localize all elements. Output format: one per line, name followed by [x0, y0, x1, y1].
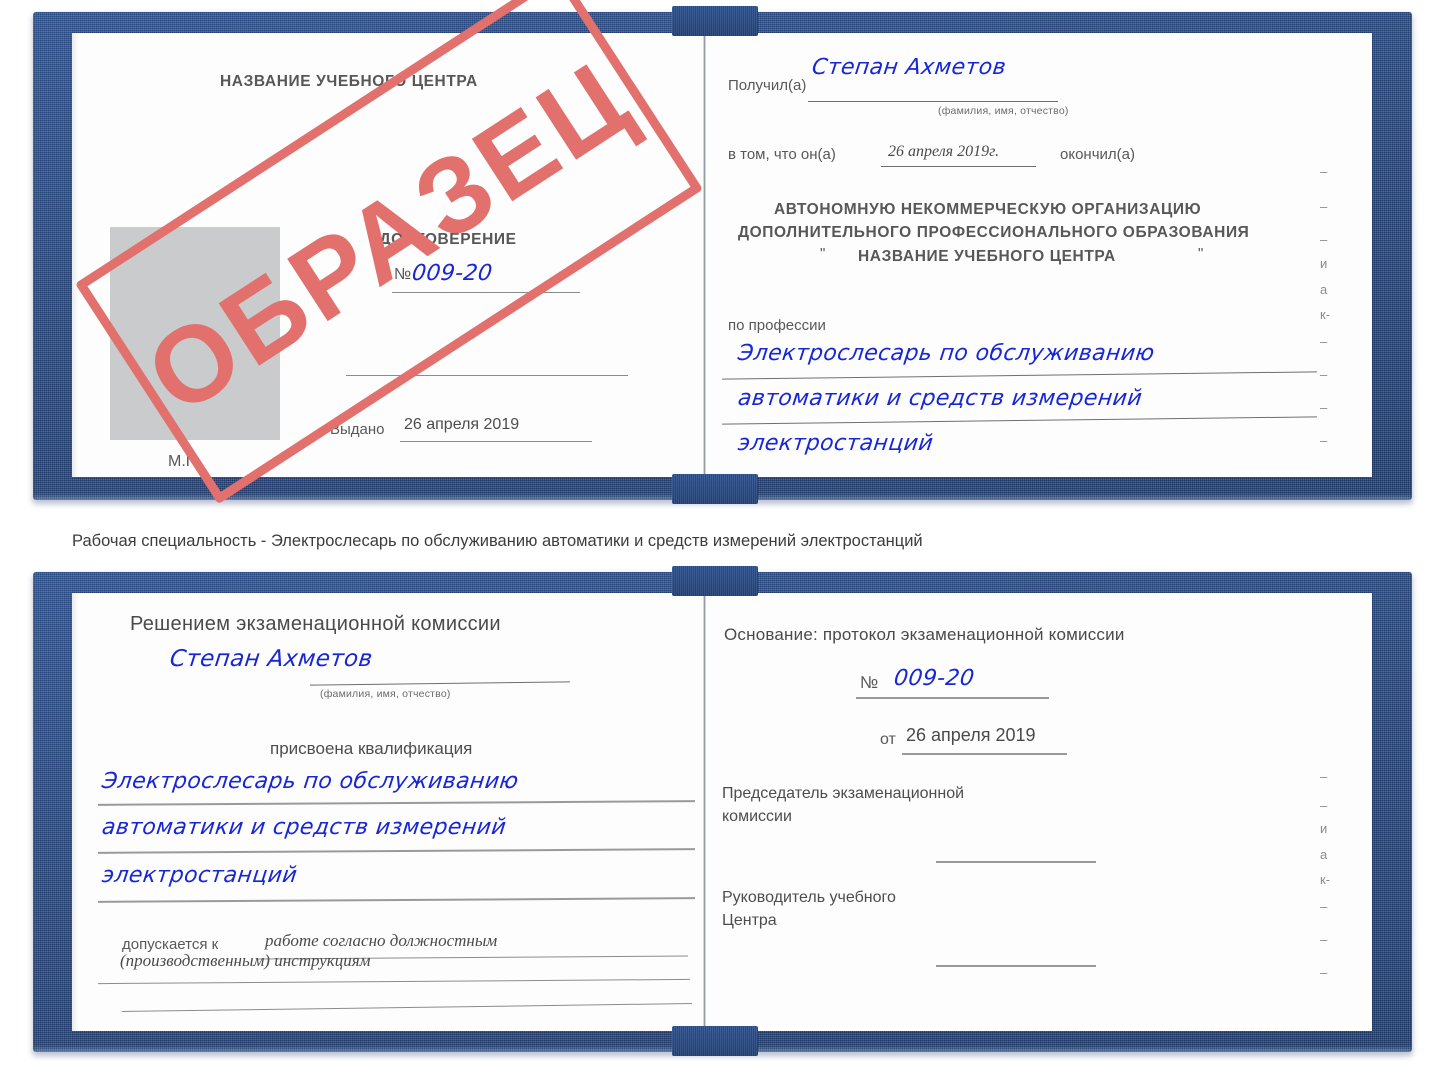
number-value-bottom: 009-20 — [892, 666, 976, 691]
finished-label: окончил(а) — [1060, 146, 1135, 163]
edge-fragment-a: а — [1320, 282, 1328, 297]
edge-fragment-b-a: а — [1320, 847, 1328, 862]
chairman-line2: комиссии — [722, 808, 792, 825]
qualification-line1: Электрослесарь по обслуживанию — [100, 769, 521, 794]
head-signature-rule — [936, 965, 1096, 967]
caption-text: Рабочая специальность - Электрослесарь п… — [72, 532, 923, 550]
certificate-bottom-spread: Решением экзаменационной комиссии Степан… — [72, 593, 1372, 1031]
org-title-top-left: НАЗВАНИЕ УЧЕБНОГО ЦЕНТРА — [220, 73, 478, 90]
photo-placeholder — [110, 227, 280, 440]
page-edge-left-bottom — [72, 593, 79, 1031]
certificate-top-right-page: Получил(а) Степан Ахметов (фамилия, имя,… — [708, 33, 1372, 477]
date-value-bottom: 26 апреля 2019 — [906, 725, 1036, 745]
edge-fragment-dash-2: – — [1320, 199, 1328, 214]
edge-fragment-dash-3: – — [1320, 232, 1328, 247]
profession-label: по профессии — [728, 317, 826, 334]
edge-fragment-dash-1: – — [1320, 164, 1328, 179]
certificate-top-spread: НАЗВАНИЕ УЧЕБНОГО ЦЕНТРА УДОСТОВЕРЕНИЕ №… — [72, 33, 1372, 477]
admitted-rule3 — [122, 1003, 692, 1012]
profession-line2: автоматики и средств измерений — [736, 386, 1144, 411]
org-line3: НАЗВАНИЕ УЧЕБНОГО ЦЕНТРА — [858, 248, 1116, 265]
org-quote-close: " — [1198, 245, 1204, 262]
edge-fragment-b-i: и — [1320, 821, 1328, 836]
edge-fragment-b-k: к- — [1320, 872, 1331, 887]
in-that-value: 26 апреля 2019г. — [888, 143, 1000, 160]
in-that-rule — [881, 166, 1036, 167]
certificate-bottom-right-page: Основание: протокол экзаменационной коми… — [708, 593, 1372, 1031]
qualification-label: присвоена квалификация — [270, 739, 473, 758]
certificate-top-gutter — [703, 33, 706, 477]
org-line1: АВТОНОМНУЮ НЕКОММЕРЧЕСКУЮ ОРГАНИЗАЦИЮ — [774, 201, 1202, 218]
commission-decision-title: Решением экзаменационной комиссии — [130, 613, 501, 635]
org-quote-open: " — [820, 245, 826, 262]
certificate-top-left-page: НАЗВАНИЕ УЧЕБНОГО ЦЕНТРА УДОСТОВЕРЕНИЕ №… — [80, 33, 703, 477]
fio-hint-top: (фамилия, имя, отчество) — [938, 105, 1069, 117]
head-line1: Руководитель учебного — [722, 889, 896, 906]
org-line2: ДОПОЛНИТЕЛЬНОГО ПРОФЕССИОНАЛЬНОГО ОБРАЗО… — [738, 224, 1250, 241]
received-label: Получил(а) — [728, 77, 807, 94]
page-edge-left-top — [72, 33, 79, 477]
admitted-value1: работе согласно должностным — [265, 931, 498, 950]
received-value: Степан Ахметов — [810, 55, 1008, 80]
chairman-signature-rule — [936, 861, 1096, 863]
name-rule-bottom — [310, 681, 570, 686]
number-symbol-top-left: № — [394, 266, 412, 283]
blank-rule-top-left — [346, 375, 628, 376]
qualification-rule2 — [97, 848, 696, 854]
qualification-rule3 — [97, 897, 696, 903]
admitted-rule2 — [98, 978, 690, 985]
edge-fragment-b-dash-2: – — [1320, 798, 1328, 813]
edge-fragment-b-dash-4: – — [1320, 932, 1328, 947]
number-rule-top-left — [392, 292, 580, 293]
edge-fragment-i: и — [1320, 256, 1328, 271]
edge-fragment-b-dash-5: – — [1320, 965, 1328, 980]
certificate-top-spine-tab-lower — [672, 474, 758, 504]
edge-fragment-dash-6: – — [1320, 400, 1328, 415]
issued-rule-top-left — [400, 441, 592, 442]
number-rule-bottom — [856, 697, 1049, 699]
edge-fragment-dash-5: – — [1320, 367, 1328, 382]
name-value-bottom: Степан Ахметов — [168, 646, 375, 672]
in-that-label: в том, что он(а) — [728, 146, 836, 163]
certificate-bottom-gutter — [703, 593, 706, 1031]
certificate-bottom-spine-tab-upper — [672, 566, 758, 596]
admitted-value2: (производственным) инструкциям — [120, 951, 371, 970]
qualification-rule1 — [97, 800, 696, 806]
edge-fragment-dash-4: – — [1320, 334, 1328, 349]
issued-value-top-left: 26 апреля 2019 — [404, 416, 520, 433]
profession-line3: электростанций — [736, 431, 935, 456]
seal-label-top-left: М.П. — [168, 453, 202, 470]
qualification-line3: электростанций — [100, 863, 299, 888]
edge-fragment-b-dash-3: – — [1320, 899, 1328, 914]
head-line2: Центра — [722, 912, 777, 929]
fio-hint-bottom: (фамилия, имя, отчество) — [320, 688, 451, 700]
doc-title-top-left: УДОСТОВЕРЕНИЕ — [370, 231, 517, 248]
received-rule — [808, 101, 1058, 102]
certificate-bottom-spine-tab-lower — [672, 1026, 758, 1056]
profession-rule1 — [722, 371, 1317, 380]
date-rule-bottom — [902, 753, 1067, 755]
chairman-line1: Председатель экзаменационной — [722, 785, 965, 802]
issued-label-top-left: Выдано — [330, 421, 385, 438]
edge-fragment-dash-7: – — [1320, 433, 1328, 448]
number-symbol-bottom: № — [860, 673, 879, 692]
edge-fragment-b-dash-1: – — [1320, 769, 1328, 784]
qualification-line2: автоматики и средств измерений — [100, 815, 508, 840]
profession-rule2 — [722, 416, 1317, 425]
basis-label: Основание: протокол экзаменационной коми… — [724, 625, 1125, 644]
edge-fragment-k: к- — [1320, 307, 1331, 322]
date-label-bottom: от — [880, 731, 896, 748]
certificate-top-spine-tab-upper — [672, 6, 758, 36]
certificate-bottom-left-page: Решением экзаменационной комиссии Степан… — [80, 593, 703, 1031]
number-value-top-left: 009-20 — [410, 261, 494, 286]
profession-line1: Электрослесарь по обслуживанию — [736, 341, 1157, 366]
